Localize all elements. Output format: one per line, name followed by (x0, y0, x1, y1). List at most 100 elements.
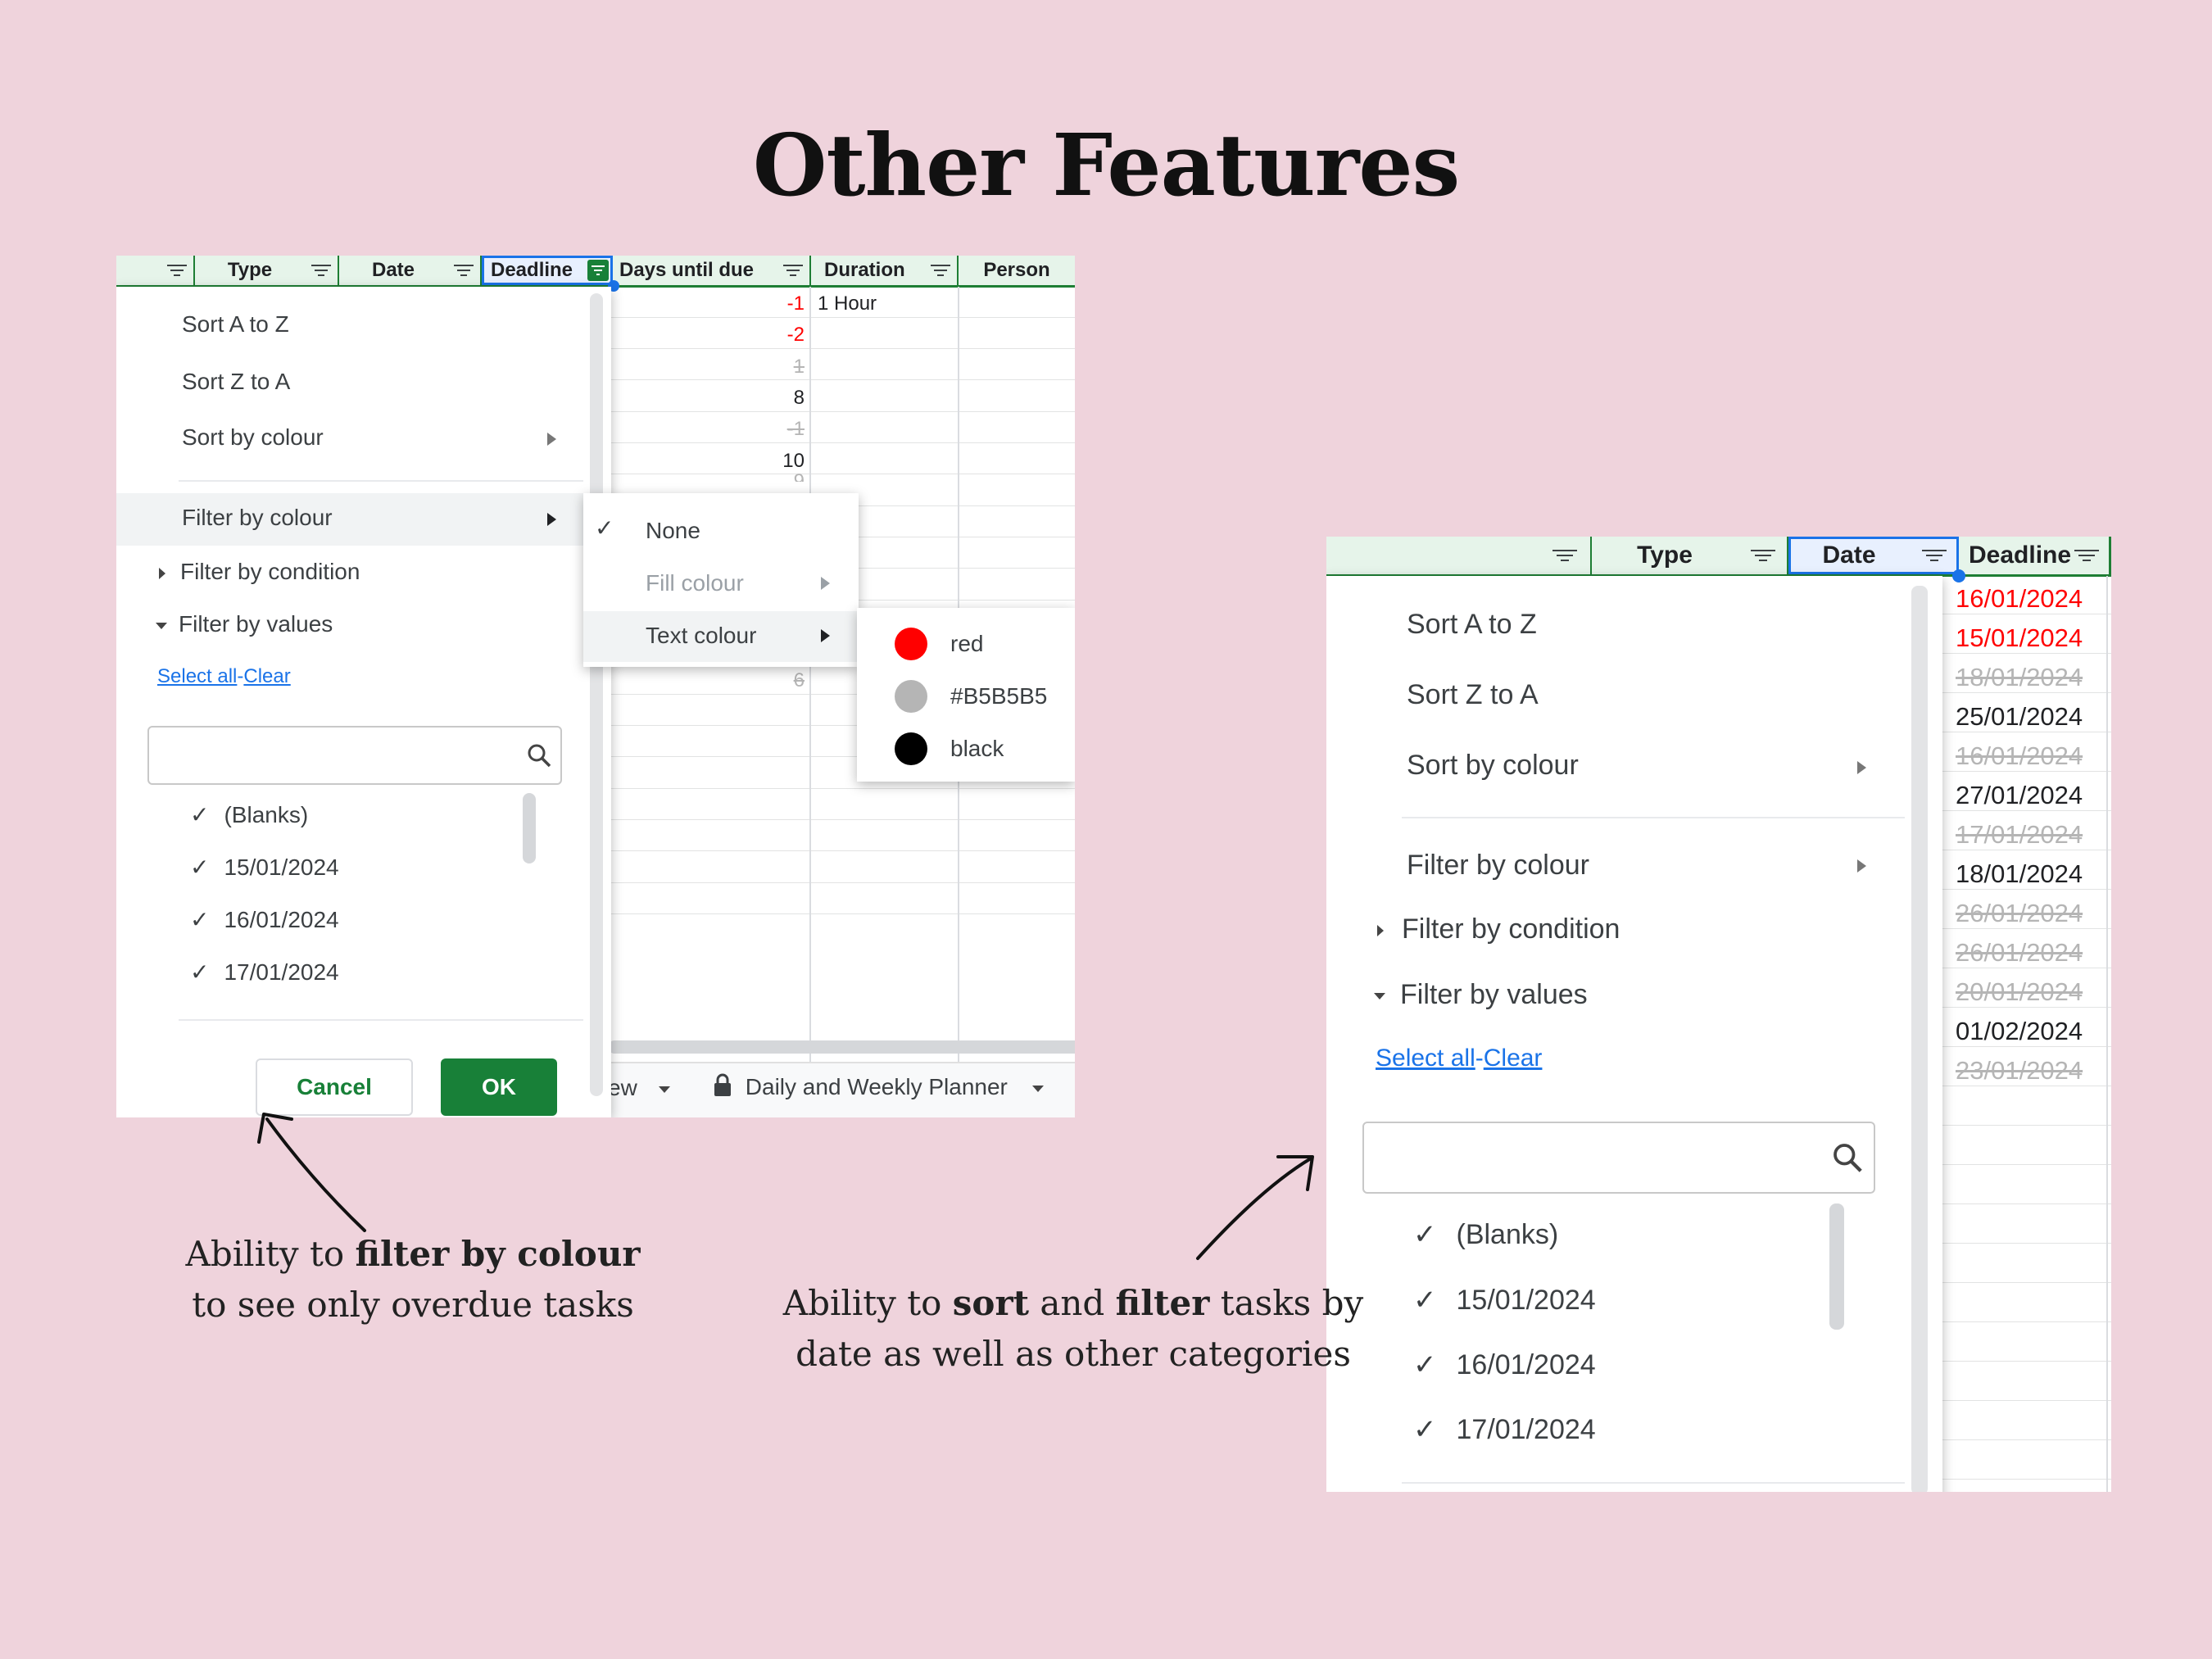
header-duration[interactable]: Duration (811, 256, 959, 285)
submenu-fill-colour[interactable]: Fill colour (583, 560, 859, 606)
header-date[interactable]: Date (1788, 537, 1959, 574)
clear-link[interactable]: Clear (243, 665, 290, 687)
value-item[interactable]: ✓ 16/01/2024 (1413, 1349, 1596, 1381)
submenu-arrow-icon (1857, 859, 1866, 873)
menu-filter-by-condition[interactable]: Filter by condition (1377, 913, 1620, 945)
values-scrollbar[interactable] (1829, 1203, 1844, 1330)
expand-icon (159, 567, 165, 579)
sheet-tab-partial[interactable]: ew (608, 1075, 670, 1101)
deadline-value: 27/01/2024 (1956, 781, 2083, 809)
colour-option-grey[interactable]: #B5B5B5 (857, 669, 1075, 721)
menu-sort-z-a[interactable]: Sort Z to A (182, 369, 290, 395)
header-row: Type Date Deadline (1326, 537, 2111, 577)
collapse-icon (156, 622, 167, 629)
menu-filter-by-values[interactable]: Filter by values (156, 611, 333, 637)
deadline-value: 18/01/2024 (1956, 859, 2083, 888)
select-clear-links: Select all-Clear (1376, 1045, 1543, 1072)
header-deadline[interactable]: Deadline (1959, 537, 2111, 574)
expand-icon (1377, 925, 1384, 937)
header-date[interactable]: Date (339, 256, 482, 285)
menu-filter-by-condition[interactable]: Filter by condition (159, 559, 360, 585)
header-deadline[interactable]: Deadline (482, 256, 613, 285)
horizontal-scrollbar[interactable] (608, 1040, 1075, 1054)
values-scrollbar[interactable] (523, 793, 536, 863)
deadline-value: 17/01/2024 (1956, 820, 2083, 849)
left-sheet-screenshot: Type Date Deadline Days until due Durati… (116, 256, 1075, 1117)
value-item[interactable]: ✓ 16/01/2024 (190, 906, 339, 933)
tab-dropdown-icon[interactable] (1031, 1085, 1044, 1092)
filter-icon[interactable] (783, 261, 803, 279)
menu-sort-z-a[interactable]: Sort Z to A (1407, 679, 1539, 711)
check-icon: ✓ (190, 907, 210, 932)
cancel-button[interactable]: Cancel (256, 1058, 413, 1116)
header-cell-blank (1326, 537, 1592, 574)
submenu-arrow-icon (547, 513, 556, 526)
submenu-none[interactable]: ✓ None (583, 508, 859, 554)
value-item[interactable]: ✓ 17/01/2024 (1413, 1413, 1596, 1446)
value-item[interactable]: ✓ 15/01/2024 (190, 854, 339, 881)
values-search-input[interactable] (1362, 1122, 1875, 1194)
check-icon: ✓ (190, 802, 210, 827)
menu-sort-a-z[interactable]: Sort A to Z (1407, 609, 1537, 641)
days-value: -2 (786, 324, 805, 346)
select-all-link[interactable]: Select all (1376, 1045, 1475, 1072)
filter-icon[interactable] (167, 261, 187, 279)
menu-filter-by-colour[interactable]: Filter by colour (116, 493, 583, 546)
colour-swatch-grey (895, 680, 927, 713)
tab-dropdown-icon[interactable] (658, 1086, 670, 1093)
duration-value: 1 Hour (818, 292, 877, 315)
days-value: -1 (786, 418, 805, 440)
filter-icon[interactable] (311, 261, 331, 279)
submenu-arrow-icon (1857, 761, 1866, 774)
header-type[interactable]: Type (1592, 537, 1788, 574)
menu-filter-by-values[interactable]: Filter by values (1374, 979, 1588, 1011)
menu-sort-by-colour[interactable]: Sort by colour (1407, 750, 1579, 782)
filter-icon[interactable] (1552, 546, 1577, 564)
clear-link[interactable]: Clear (1484, 1045, 1543, 1072)
days-value: -1 (786, 292, 805, 315)
values-search-input[interactable] (147, 726, 562, 785)
value-item[interactable]: ✓ 15/01/2024 (1413, 1284, 1596, 1317)
menu-filter-by-colour[interactable]: Filter by colour (1407, 850, 1589, 882)
header-type[interactable]: Type (195, 256, 339, 285)
filter-icon[interactable] (1922, 546, 1947, 564)
header-person[interactable]: Person (959, 256, 1075, 285)
filter-active-icon[interactable] (587, 260, 609, 281)
deadline-value: 23/01/2024 (1956, 1056, 2083, 1085)
menu-scrollbar[interactable] (1911, 586, 1928, 1492)
value-item[interactable]: ✓ (Blanks) (190, 801, 308, 828)
header-days-until-due[interactable]: Days until due (613, 256, 811, 285)
filter-icon[interactable] (2074, 546, 2099, 564)
text-colour-submenu: red #B5B5B5 black (857, 608, 1075, 782)
arrow-left-head (257, 1113, 293, 1144)
menu-sort-by-colour[interactable]: Sort by colour (182, 424, 583, 451)
filter-icon[interactable] (931, 261, 950, 279)
page-title: Other Features (752, 115, 1460, 215)
deadline-value: 26/01/2024 (1956, 899, 2083, 927)
check-icon: ✓ (190, 854, 210, 880)
submenu-arrow-icon (821, 629, 830, 642)
deadline-value: 25/01/2024 (1956, 702, 2083, 731)
colour-option-black[interactable]: black (857, 721, 1075, 773)
value-item[interactable]: ✓ (Blanks) (1413, 1218, 1558, 1251)
menu-separator (179, 1019, 583, 1021)
days-value: 10 (782, 450, 805, 472)
submenu-text-colour[interactable]: Text colour (583, 611, 859, 662)
select-clear-links: Select all-Clear (157, 665, 291, 687)
ok-button[interactable]: OK (441, 1058, 557, 1116)
check-icon: ✓ (595, 515, 614, 541)
check-icon: ✓ (1413, 1219, 1437, 1250)
menu-sort-a-z[interactable]: Sort A to Z (182, 311, 289, 338)
sheet-tab-planner[interactable]: Daily and Weekly Planner (713, 1073, 1044, 1100)
submenu-arrow-icon (821, 577, 830, 590)
filter-icon[interactable] (1751, 546, 1775, 564)
filter-icon[interactable] (454, 261, 474, 279)
menu-separator (1402, 1482, 1905, 1484)
colour-swatch-red (895, 628, 927, 660)
menu-scrollbar[interactable] (590, 293, 603, 1096)
search-icon (1834, 1144, 1862, 1172)
value-item[interactable]: ✓ 17/01/2024 (190, 959, 339, 986)
menu-separator (1402, 817, 1905, 818)
select-all-link[interactable]: Select all (157, 665, 237, 687)
colour-option-red[interactable]: red (857, 616, 1075, 669)
